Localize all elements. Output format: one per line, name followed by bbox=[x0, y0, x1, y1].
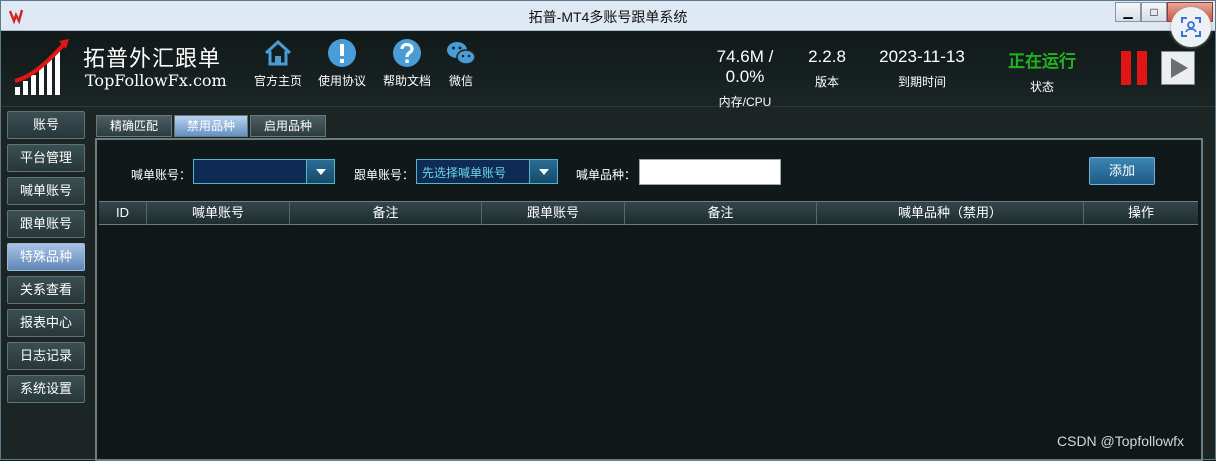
play-icon bbox=[1171, 58, 1188, 78]
disabled-symbols-panel: 喊单账号： 跟单账号： 先选择喊单账号 喊单品种： 添加 ID 喊单账号 备注 … bbox=[95, 138, 1203, 461]
sidebar-item-logs[interactable]: 日志记录 bbox=[7, 342, 85, 370]
expiry-stat: 2023-11-13 到期时间 bbox=[867, 47, 977, 90]
expiry-value: 2023-11-13 bbox=[879, 47, 965, 66]
column-header-id[interactable]: ID bbox=[99, 202, 147, 225]
nav-wechat[interactable]: 微信 bbox=[433, 37, 489, 89]
column-header-actions[interactable]: 操作 bbox=[1084, 202, 1198, 225]
table-header: ID 喊单账号 备注 跟单账号 备注 喊单品种（禁用） 操作 bbox=[99, 201, 1198, 225]
title-bar[interactable]: 拓普-MT4多账号跟单系统 ▁ □ X bbox=[1, 1, 1215, 31]
tab-disabled-symbols[interactable]: 禁用品种 bbox=[174, 115, 248, 137]
nav-agreement-label: 使用协议 bbox=[317, 74, 366, 88]
sidebar-item-reports[interactable]: 报表中心 bbox=[7, 309, 85, 337]
help-icon bbox=[393, 39, 421, 67]
symbol-input[interactable] bbox=[639, 159, 781, 185]
nav-help-label: 帮助文档 bbox=[382, 74, 431, 88]
brand-name-cn: 拓普外汇跟单 bbox=[83, 47, 222, 72]
run-state-label: 状态 bbox=[1029, 80, 1054, 94]
sidebar: 账号 平台管理 喊单账号 跟单账号 特殊品种 关系查看 报表中心 日志记录 系统… bbox=[7, 111, 87, 408]
symbol-label: 喊单品种： bbox=[576, 168, 637, 182]
tab-exact-match[interactable]: 精确匹配 bbox=[96, 115, 172, 137]
column-header-shout-account[interactable]: 喊单账号 bbox=[147, 202, 290, 225]
pause-button[interactable] bbox=[1119, 51, 1151, 85]
shout-account-label: 喊单账号： bbox=[131, 168, 192, 182]
shout-account-select[interactable] bbox=[193, 159, 335, 184]
pause-icon-bar-left bbox=[1121, 51, 1131, 85]
nav-help[interactable]: 帮助文档 bbox=[379, 37, 435, 89]
column-header-follow-account[interactable]: 跟单账号 bbox=[482, 202, 625, 225]
version-value: 2.2.8 bbox=[808, 47, 846, 66]
run-state-stat: 正在运行 状态 bbox=[997, 47, 1087, 95]
wechat-icon bbox=[447, 42, 476, 65]
nav-wechat-label: 微信 bbox=[448, 74, 473, 88]
sidebar-item-shout-account[interactable]: 喊单账号 bbox=[7, 177, 85, 205]
sidebar-item-account[interactable]: 账号 bbox=[7, 111, 85, 139]
tab-enabled-symbols[interactable]: 启用品种 bbox=[250, 115, 326, 137]
follow-account-label: 跟单账号： bbox=[354, 168, 415, 182]
memory-cpu-value: 74.6M / 0.0% bbox=[716, 47, 774, 86]
app-window: 拓普-MT4多账号跟单系统 ▁ □ X 拓普外汇跟单 TopFollowFx.c… bbox=[0, 0, 1216, 461]
column-header-disabled-symbol[interactable]: 喊单品种（禁用） bbox=[817, 202, 1084, 225]
chevron-down-icon[interactable] bbox=[529, 160, 557, 183]
column-header-remark-1[interactable]: 备注 bbox=[290, 202, 482, 225]
run-state-value: 正在运行 bbox=[1008, 52, 1076, 71]
sidebar-item-relations[interactable]: 关系查看 bbox=[7, 276, 85, 304]
memory-cpu-label: 内存/CPU bbox=[718, 95, 772, 109]
home-icon bbox=[264, 39, 292, 66]
nav-home-label: 官方主页 bbox=[253, 74, 302, 88]
sidebar-item-settings[interactable]: 系统设置 bbox=[7, 375, 85, 403]
follow-account-value: 先选择喊单账号 bbox=[422, 166, 507, 180]
header: 拓普外汇跟单 TopFollowFx.com 官方主页 使用协议 帮助文档 微信… bbox=[1, 31, 1215, 110]
play-button[interactable] bbox=[1161, 51, 1195, 85]
column-header-remark-2[interactable]: 备注 bbox=[625, 202, 817, 225]
maximize-button[interactable]: □ bbox=[1141, 2, 1167, 22]
version-label: 版本 bbox=[814, 75, 839, 89]
table-body[interactable] bbox=[99, 225, 1198, 459]
pause-icon-bar-right bbox=[1137, 51, 1147, 85]
sidebar-item-special-symbols[interactable]: 特殊品种 bbox=[7, 243, 85, 271]
sidebar-item-platform[interactable]: 平台管理 bbox=[7, 144, 85, 172]
expiry-label: 到期时间 bbox=[897, 75, 946, 89]
follow-account-select[interactable]: 先选择喊单账号 bbox=[416, 159, 558, 184]
brand-name-en: TopFollowFx.com bbox=[85, 71, 227, 90]
watermark-text: CSDN @Topfollowfx bbox=[1057, 433, 1185, 449]
screenshot-scan-icon[interactable] bbox=[1171, 7, 1211, 47]
add-button[interactable]: 添加 bbox=[1089, 157, 1155, 185]
minimize-button[interactable]: ▁ bbox=[1115, 2, 1141, 22]
chevron-down-icon[interactable] bbox=[306, 160, 334, 183]
alert-icon bbox=[328, 39, 356, 67]
brand-logo-icon bbox=[14, 39, 69, 95]
memory-cpu-stat: 74.6M / 0.0% 内存/CPU bbox=[695, 47, 795, 110]
sidebar-item-follow-account[interactable]: 跟单账号 bbox=[7, 210, 85, 238]
nav-home[interactable]: 官方主页 bbox=[250, 37, 306, 89]
nav-agreement[interactable]: 使用协议 bbox=[314, 37, 370, 89]
window-title: 拓普-MT4多账号跟单系统 bbox=[528, 9, 688, 25]
disabled-symbols-table: ID 喊单账号 备注 跟单账号 备注 喊单品种（禁用） 操作 bbox=[99, 201, 1198, 459]
version-stat: 2.2.8 版本 bbox=[801, 47, 853, 90]
